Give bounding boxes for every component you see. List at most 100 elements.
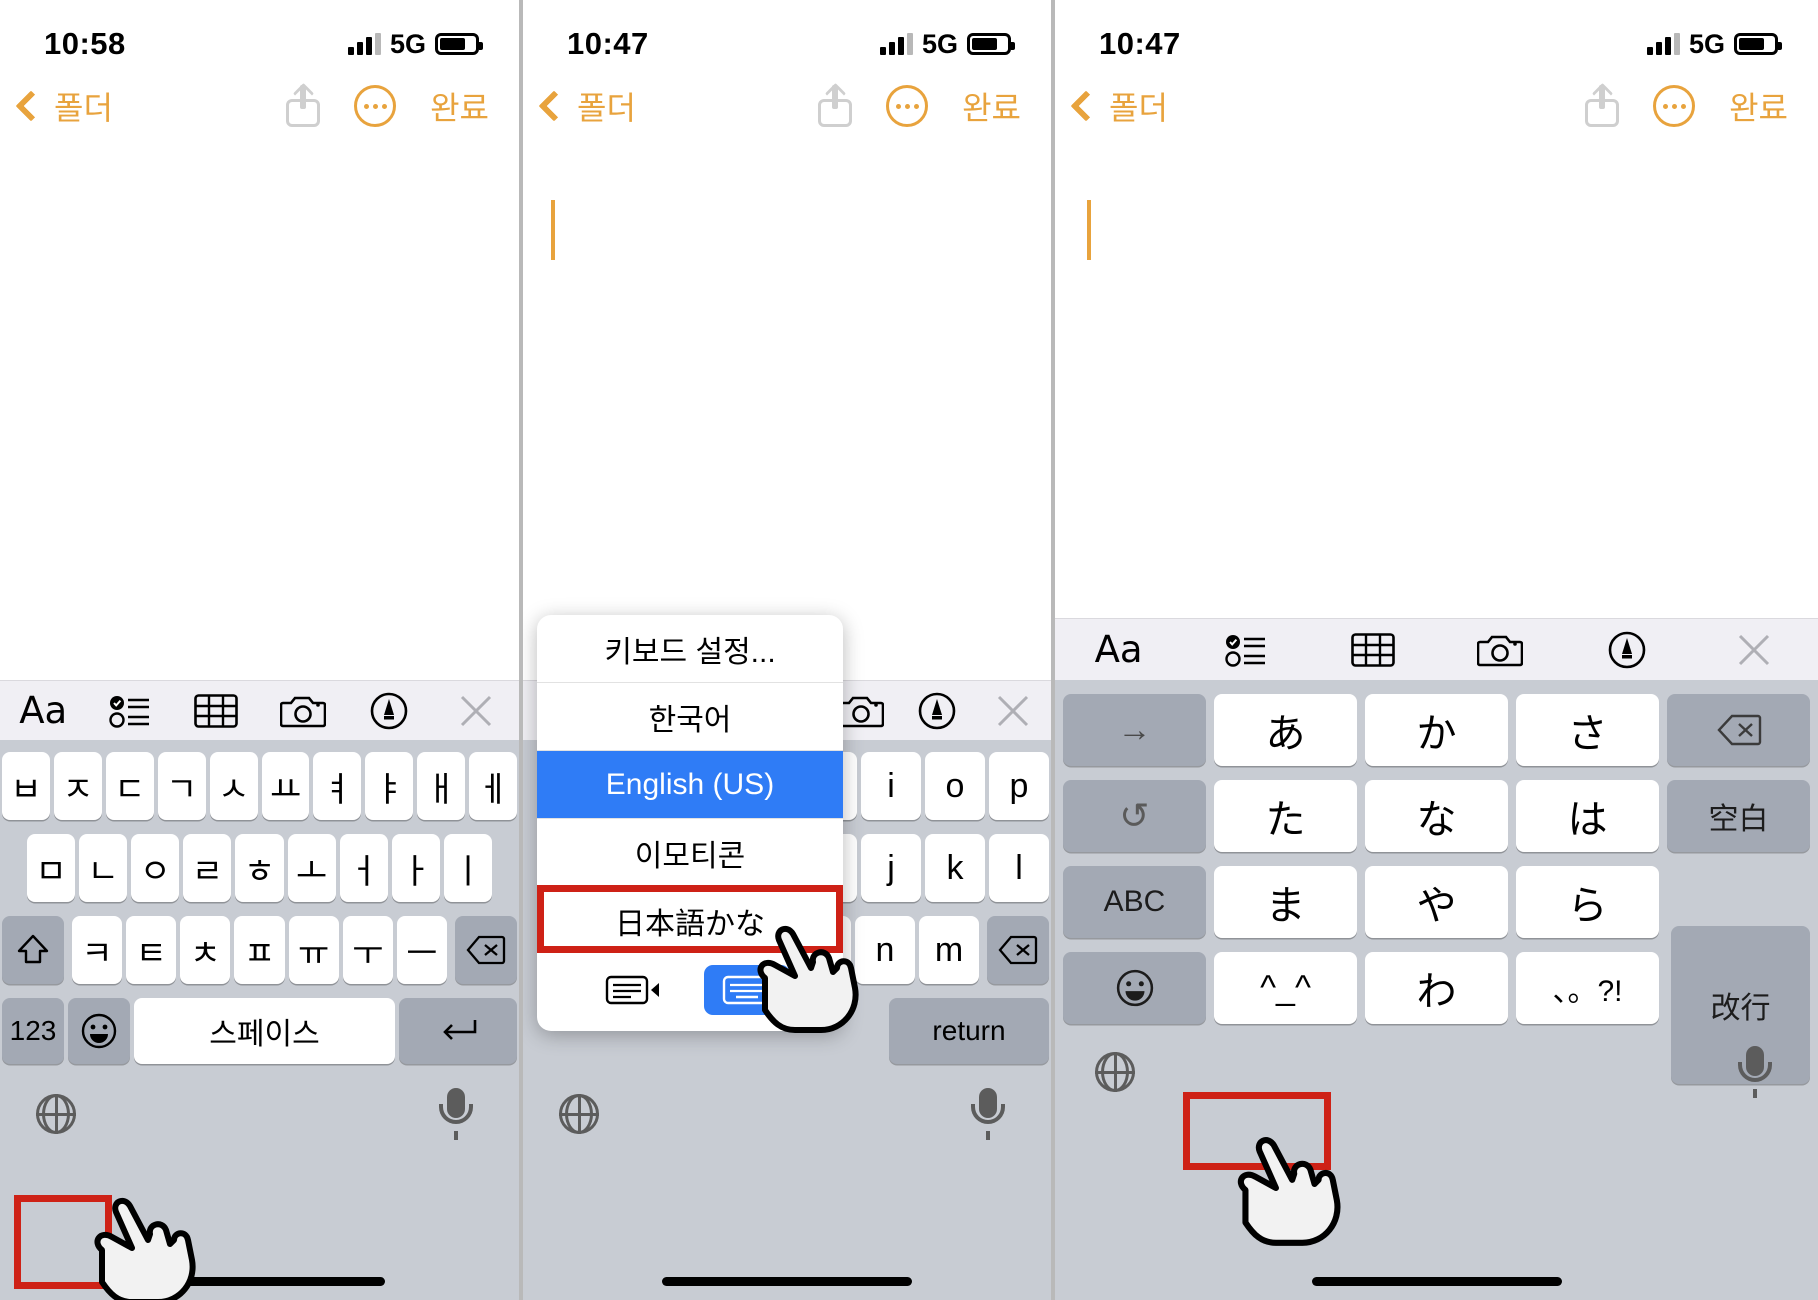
key-j[interactable]: j xyxy=(861,834,921,902)
close-icon[interactable] xyxy=(1691,633,1818,667)
microphone-icon[interactable] xyxy=(971,1088,1005,1140)
key-p[interactable]: p xyxy=(989,752,1049,820)
kana-key-ka[interactable]: か xyxy=(1365,694,1508,766)
done-button[interactable]: 완료 xyxy=(962,83,1021,129)
key-ㅓ[interactable]: ㅓ xyxy=(339,834,388,902)
key-m[interactable]: m xyxy=(919,916,979,984)
back-button[interactable]: 폴더 xyxy=(14,83,113,129)
share-icon[interactable] xyxy=(818,82,853,127)
key-ㅔ[interactable]: ㅔ xyxy=(469,752,518,820)
back-button[interactable]: 폴더 xyxy=(1069,83,1168,129)
key-ㅠ[interactable]: ㅠ xyxy=(288,916,339,984)
key-ㄴ[interactable]: ㄴ xyxy=(79,834,128,902)
key-ㅜ[interactable]: ㅜ xyxy=(342,916,393,984)
key-o[interactable]: o xyxy=(925,752,985,820)
camera-icon[interactable] xyxy=(1437,632,1564,668)
delete-icon[interactable] xyxy=(1667,694,1810,766)
popup-item-emoji[interactable]: 이모티콘 xyxy=(537,819,843,887)
close-icon[interactable] xyxy=(433,694,520,728)
camera-icon[interactable] xyxy=(260,693,347,729)
key-ㅣ[interactable]: ㅣ xyxy=(443,834,492,902)
key-ㅂ[interactable]: ㅂ xyxy=(2,752,50,820)
microphone-icon[interactable] xyxy=(439,1088,473,1140)
keyboard-split-icon[interactable] xyxy=(590,965,676,1015)
key-ㅛ[interactable]: ㅛ xyxy=(261,752,310,820)
numbers-key[interactable]: 123 xyxy=(2,998,64,1064)
delete-icon[interactable] xyxy=(987,916,1049,984)
markup-pen-icon[interactable] xyxy=(899,692,975,730)
share-icon[interactable] xyxy=(1585,82,1620,127)
key-ㅕ[interactable]: ㅕ xyxy=(313,752,362,820)
key-ㅍ[interactable]: ㅍ xyxy=(234,916,285,984)
key-l[interactable]: l xyxy=(989,834,1049,902)
key-ㅎ[interactable]: ㅎ xyxy=(235,834,284,902)
key-ㅅ[interactable]: ㅅ xyxy=(209,752,258,820)
globe-icon[interactable] xyxy=(559,1094,599,1134)
text-format-icon[interactable]: Aa xyxy=(1055,628,1182,671)
key-ㅗ[interactable]: ㅗ xyxy=(287,834,336,902)
key-ㅐ[interactable]: ㅐ xyxy=(417,752,466,820)
table-icon[interactable] xyxy=(173,693,260,728)
microphone-icon[interactable] xyxy=(1738,1046,1772,1098)
markup-pen-icon[interactable] xyxy=(346,692,433,730)
key-ㅇ[interactable]: ㅇ xyxy=(131,834,180,902)
space-key[interactable]: 空白 xyxy=(1667,780,1810,852)
popup-keyboard-settings[interactable]: 키보드 설정... xyxy=(537,615,843,683)
text-format-icon[interactable]: Aa xyxy=(0,689,87,732)
done-button[interactable]: 완료 xyxy=(1729,83,1788,129)
globe-icon[interactable] xyxy=(1095,1052,1135,1092)
cursor-right-key[interactable]: → xyxy=(1063,694,1206,766)
emoji-icon[interactable] xyxy=(1063,952,1206,1024)
more-ellipsis-icon[interactable] xyxy=(354,85,397,127)
kana-key-ta[interactable]: た xyxy=(1214,780,1357,852)
key-ㅈ[interactable]: ㅈ xyxy=(53,752,102,820)
key-i[interactable]: i xyxy=(861,752,921,820)
kana-key-ra[interactable]: ら xyxy=(1516,866,1659,938)
kaomoji-key[interactable]: ^_^ xyxy=(1214,952,1357,1024)
undo-key[interactable]: ↺ xyxy=(1063,780,1206,852)
close-icon[interactable] xyxy=(975,694,1051,728)
done-button[interactable]: 완료 xyxy=(430,83,489,129)
table-icon[interactable] xyxy=(1309,632,1436,667)
space-key[interactable]: 스페이스 xyxy=(134,998,395,1064)
delete-icon[interactable] xyxy=(454,916,517,984)
kana-key-ha[interactable]: は xyxy=(1516,780,1659,852)
key-ㅑ[interactable]: ㅑ xyxy=(365,752,414,820)
key-ㄱ[interactable]: ㄱ xyxy=(157,752,206,820)
more-ellipsis-icon[interactable] xyxy=(1653,85,1696,127)
key-ㅋ[interactable]: ㅋ xyxy=(72,916,123,984)
back-button[interactable]: 폴더 xyxy=(537,83,636,129)
key-n2[interactable]: n xyxy=(855,916,915,984)
key-ㄹ[interactable]: ㄹ xyxy=(183,834,232,902)
kana-key-ya[interactable]: や xyxy=(1365,866,1508,938)
markup-pen-icon[interactable] xyxy=(1564,631,1691,669)
share-icon[interactable] xyxy=(286,82,321,127)
abc-key[interactable]: ABC xyxy=(1063,866,1206,938)
emoji-icon[interactable] xyxy=(68,998,130,1064)
popup-item-japanese-kana[interactable]: 日本語かな xyxy=(537,887,843,955)
shift-icon[interactable] xyxy=(2,916,64,984)
key-ㅡ[interactable]: ㅡ xyxy=(396,916,447,984)
key-ㅊ[interactable]: ㅊ xyxy=(180,916,231,984)
key-ㅁ[interactable]: ㅁ xyxy=(27,834,76,902)
return-key[interactable]: return xyxy=(889,998,1049,1064)
return-arrow-icon[interactable] xyxy=(399,998,517,1064)
globe-icon[interactable] xyxy=(36,1094,76,1134)
key-ㅌ[interactable]: ㅌ xyxy=(126,916,177,984)
keyboard-full-icon[interactable] xyxy=(704,965,790,1015)
kana-key-wa[interactable]: わ xyxy=(1365,952,1508,1024)
popup-item-korean[interactable]: 한국어 xyxy=(537,683,843,751)
kana-key-a[interactable]: あ xyxy=(1214,694,1357,766)
checklist-icon[interactable] xyxy=(87,693,174,729)
kana-key-punctuation[interactable]: 、。?! xyxy=(1516,952,1659,1024)
more-ellipsis-icon[interactable] xyxy=(886,85,929,127)
kana-key-sa[interactable]: さ xyxy=(1516,694,1659,766)
key-ㅏ[interactable]: ㅏ xyxy=(391,834,440,902)
kana-key-na[interactable]: な xyxy=(1365,780,1508,852)
key-ㄷ[interactable]: ㄷ xyxy=(105,752,154,820)
checklist-icon[interactable] xyxy=(1182,632,1309,668)
network-type-label: 5G xyxy=(921,28,958,59)
popup-item-english-us[interactable]: English (US) xyxy=(537,751,843,819)
key-k[interactable]: k xyxy=(925,834,985,902)
kana-key-ma[interactable]: ま xyxy=(1214,866,1357,938)
